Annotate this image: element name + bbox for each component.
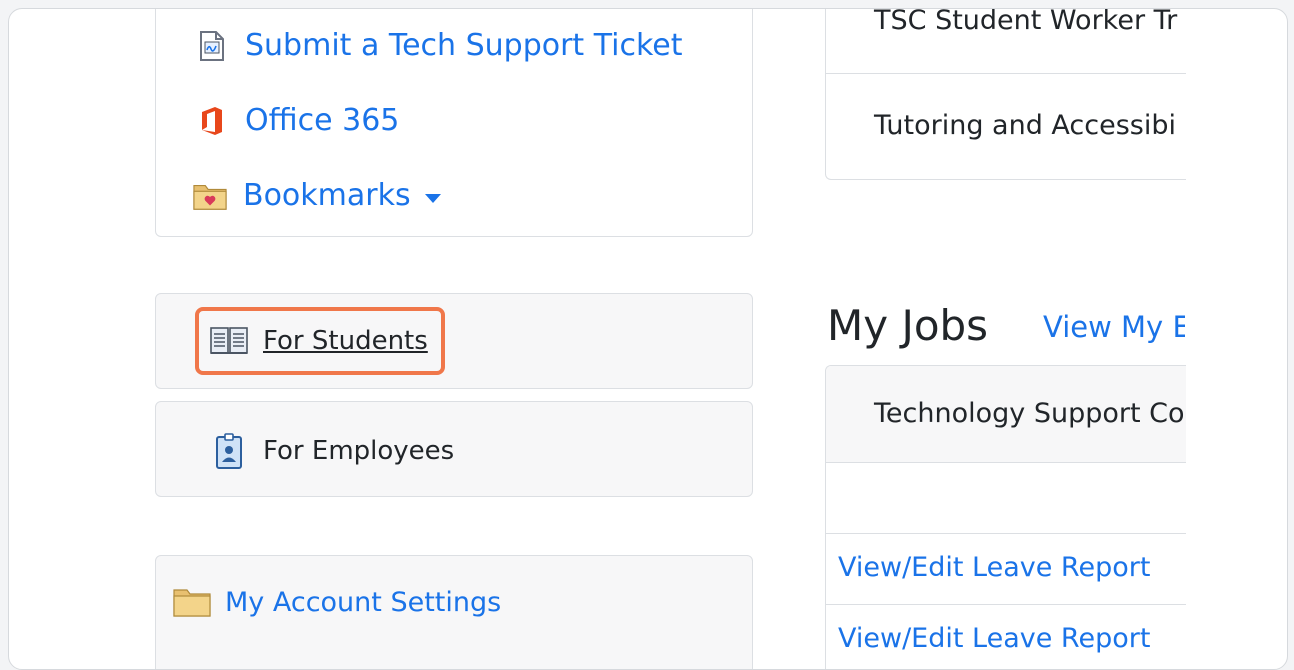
page-frame: Submit a Tech Support Ticket Office 365 … [8,8,1288,670]
table-row: View/Edit Leave Report [826,534,1186,605]
table-row: View/Edit Leave Report [826,605,1186,669]
my-jobs-heading: My Jobs [827,301,989,350]
right-links-panel: TSC Student Worker Tr Tutoring and Acces… [825,9,1186,180]
folder-heart-icon [193,179,227,213]
for-students-label: For Students [263,326,428,356]
document-signature-icon [195,29,229,63]
leave-report-link-2[interactable]: View/Edit Leave Report [838,623,1150,654]
id-badge-icon [209,433,249,469]
view-my-link[interactable]: View My E [1043,310,1185,344]
office365-icon [195,104,229,138]
jobs-table: Technology Support Co View/Edit Leave Re… [825,365,1186,669]
bookmarks-label: Bookmarks [243,178,411,213]
account-settings-label: My Account Settings [225,586,502,618]
jobs-table-header: Technology Support Co [826,366,1186,463]
bookmarks-dropdown[interactable]: Bookmarks [193,179,441,213]
office365-label: Office 365 [245,103,400,138]
for-employees-label: For Employees [263,436,455,466]
open-book-icon [209,323,249,359]
tech-support-link[interactable]: Submit a Tech Support Ticket [195,29,683,63]
tsc-student-worker-item: TSC Student Worker Tr [874,9,1178,36]
for-employees-link[interactable]: For Employees [209,433,454,469]
list-item[interactable]: Tutoring and Accessibi [826,74,1186,179]
chevron-down-icon [424,193,441,203]
office365-link[interactable]: Office 365 [195,104,399,138]
tech-support-label: Submit a Tech Support Ticket [245,28,683,63]
list-item[interactable]: TSC Student Worker Tr [826,9,1186,74]
folder-icon [173,585,211,619]
table-row [826,463,1186,534]
job-title-header: Technology Support Co [874,398,1185,429]
for-students-link[interactable]: For Students [209,323,428,359]
tutoring-item: Tutoring and Accessibi [874,110,1176,141]
leave-report-link-1[interactable]: View/Edit Leave Report [838,552,1150,583]
account-settings-link[interactable]: My Account Settings [173,585,501,619]
